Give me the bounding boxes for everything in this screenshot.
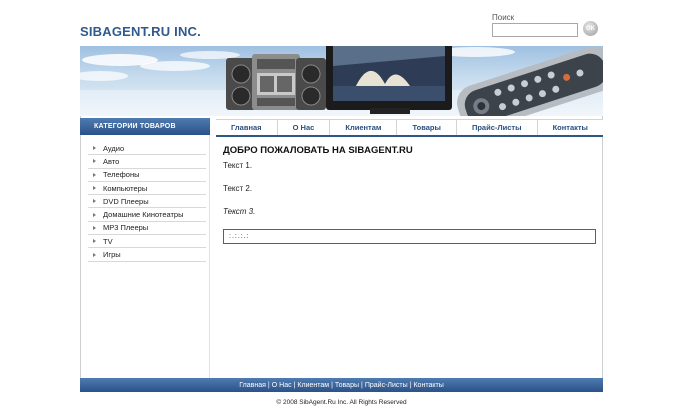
category-item-label: TV <box>103 236 113 246</box>
category-item-label: DVD Плееры <box>103 196 149 206</box>
category-item-auto[interactable]: Авто <box>88 155 206 169</box>
header-banner <box>80 46 603 116</box>
nav-products[interactable]: Товары <box>397 119 457 135</box>
category-item-label: Аудио <box>103 143 125 153</box>
category-item-label: Авто <box>103 156 120 166</box>
bullet-arrow-icon <box>93 159 96 164</box>
site-logo[interactable]: SIBAGENT.RU INC. <box>80 24 201 39</box>
category-list: Аудио Авто Телефоны Компьютеры DVD Плеер… <box>88 142 206 262</box>
content-box: :.:.:.: <box>223 229 596 244</box>
category-item-phones[interactable]: Телефоны <box>88 169 206 182</box>
main-content: ДОБРО ПОЖАЛОВАТЬ НА SIBAGENT.RU Текст 1.… <box>223 145 596 230</box>
category-item-label: Компьютеры <box>103 183 148 193</box>
text-paragraph-3: Текст 3. <box>223 207 256 216</box>
footer-link-price-lists[interactable]: Прайс-Листы <box>365 382 408 389</box>
nav-contacts[interactable]: Контакты <box>537 119 603 135</box>
page-title: ДОБРО ПОЖАЛОВАТЬ НА SIBAGENT.RU <box>223 145 413 156</box>
category-item-label: Телефоны <box>103 170 140 180</box>
main-nav: Главная О Нас Клиентам Товары Прайс-Лист… <box>216 119 603 137</box>
search-ok-button[interactable]: OK <box>583 21 598 36</box>
footer-link-home[interactable]: Главная <box>239 382 266 389</box>
nav-clients[interactable]: Клиентам <box>330 119 398 135</box>
bullet-arrow-icon <box>93 239 96 244</box>
text-paragraph-1: Текст 1. <box>223 161 253 170</box>
footer-separator: | <box>331 381 333 389</box>
bullet-arrow-icon <box>93 212 96 217</box>
nav-about[interactable]: О Нас <box>277 119 331 135</box>
search-input[interactable] <box>492 23 578 37</box>
bullet-arrow-icon <box>93 199 96 204</box>
text-paragraph-2: Текст 2. <box>223 184 253 193</box>
category-item-dvd-players[interactable]: DVD Плееры <box>88 195 206 209</box>
footer-link-clients[interactable]: Клиентам <box>297 382 329 389</box>
footer-link-about[interactable]: О Нас <box>272 382 292 389</box>
bullet-arrow-icon <box>93 172 96 177</box>
copyright-text: © 2008 SibAgent.Ru Inc. All Rights Reser… <box>276 399 407 406</box>
footer-separator: | <box>361 381 363 389</box>
category-item-mp3-players[interactable]: MP3 Плееры <box>88 222 206 236</box>
category-item-computers[interactable]: Компьютеры <box>88 182 206 196</box>
footer-link-products[interactable]: Товары <box>335 382 359 389</box>
footer-separator: | <box>293 381 296 389</box>
category-item-audio[interactable]: Аудио <box>88 142 206 156</box>
bullet-arrow-icon <box>93 225 96 230</box>
footer-link-contacts[interactable]: Контакты <box>413 382 443 389</box>
bullet-arrow-icon <box>93 146 96 151</box>
category-item-label: Игры <box>103 250 121 260</box>
footer-separator: | <box>267 381 270 389</box>
bullet-arrow-icon <box>93 252 96 257</box>
categories-header: КАТЕГОРИИ ТОВАРОВ <box>80 118 210 135</box>
category-item-home-theaters[interactable]: Домашние Кинотеатры <box>88 208 206 222</box>
category-item-label: Домашние Кинотеатры <box>103 210 184 220</box>
category-item-label: MP3 Плееры <box>103 223 149 233</box>
search-label: Поиск <box>492 13 515 22</box>
nav-price-lists[interactable]: Прайс-Листы <box>456 119 538 135</box>
category-item-tv[interactable]: TV <box>88 235 206 249</box>
bullet-arrow-icon <box>93 186 96 191</box>
electronics-banner-image <box>80 46 603 116</box>
footer-separator: | <box>409 381 412 389</box>
footer-nav: Главная | О Нас | Клиентам | Товары | Пр… <box>80 378 603 392</box>
nav-home[interactable]: Главная <box>216 119 278 135</box>
category-item-games[interactable]: Игры <box>88 248 206 262</box>
sidebar-divider <box>209 135 210 378</box>
